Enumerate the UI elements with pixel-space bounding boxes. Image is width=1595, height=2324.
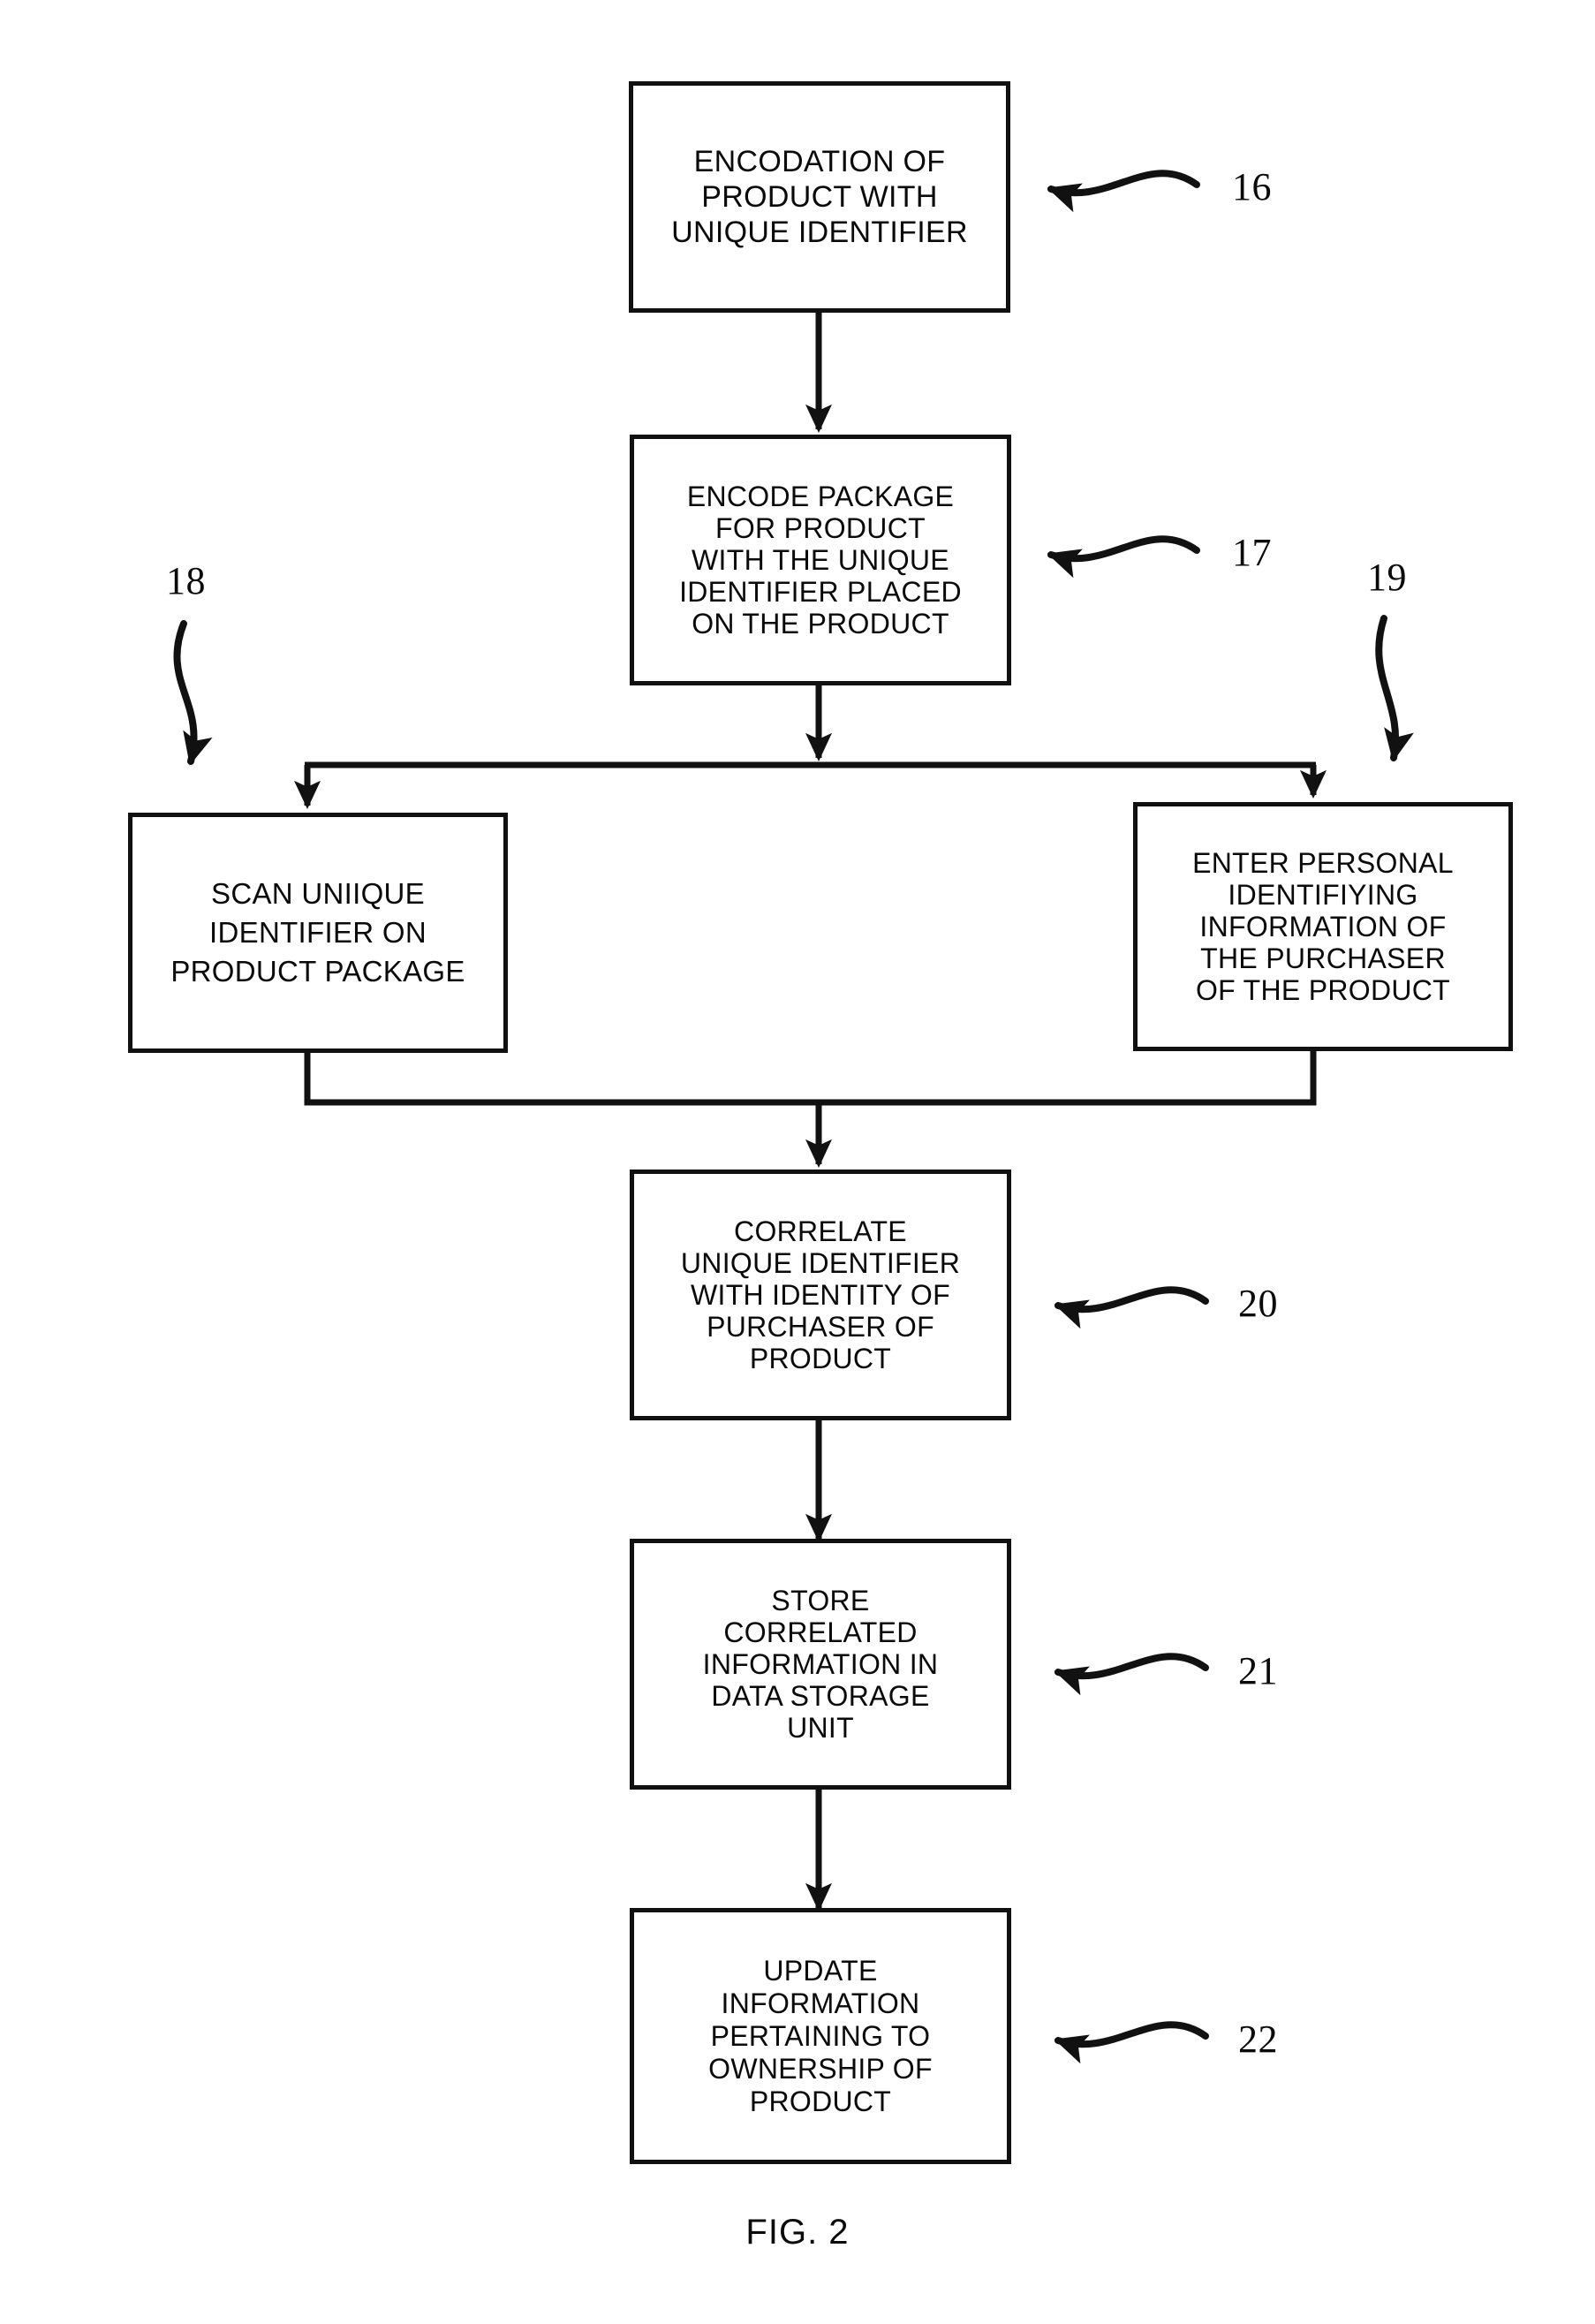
reference-numeral-17: 17 [1232, 531, 1272, 574]
leader-21 [1054, 1653, 1209, 1696]
flow-box-encode-package: ENCODE PACKAGE FOR PRODUCT WITH THE UNIQ… [630, 435, 1011, 685]
flow-box-update-ownership: UPDATE INFORMATION PERTAINING TO OWNERSH… [630, 1908, 1011, 2164]
flow-box-line: UPDATE [763, 1954, 878, 1987]
flow-box-line: INFORMATION OF [1199, 911, 1447, 942]
leader-20 [1054, 1286, 1209, 1329]
connector-enter-to-merge [819, 1049, 1317, 1106]
flow-box-encodation-product: ENCODATION OF PRODUCT WITH UNIQUE IDENTI… [629, 81, 1010, 313]
leader-22 [1054, 2021, 1209, 2064]
reference-numeral-18: 18 [166, 559, 206, 602]
flow-box-line: PRODUCT WITH [701, 180, 938, 214]
flow-box-line: INFORMATION IN [702, 1648, 939, 1680]
flow-box-line: SCAN UNIIQUE [211, 877, 425, 910]
flow-box-enter-personal-info: ENTER PERSONAL IDENTIFIYING INFORMATION … [1133, 802, 1513, 1051]
leader-17 [1047, 535, 1200, 579]
flow-box-line: DATA STORAGE [711, 1680, 930, 1712]
flow-box-line: CORRELATED [723, 1616, 918, 1648]
flow-box-line: PRODUCT [749, 2085, 892, 2117]
flow-box-line: ENTER PERSONAL [1192, 847, 1454, 879]
leader-18 [173, 620, 213, 766]
flow-box-correlate-identifier: CORRELATE UNIQUE IDENTIFIER WITH IDENTIT… [630, 1170, 1011, 1420]
reference-numeral-19: 19 [1367, 556, 1407, 599]
flow-box-line: IDENTIFIER ON [209, 916, 427, 949]
flow-box-line: OF THE PRODUCT [1195, 974, 1451, 1006]
flow-box-line: INFORMATION [721, 1987, 920, 2019]
reference-numeral-21: 21 [1238, 1649, 1278, 1692]
flow-box-line: IDENTIFIYING [1228, 879, 1418, 911]
flow-box-line: UNIT [787, 1712, 854, 1744]
flow-box-line: PURCHASER OF [707, 1311, 934, 1343]
flow-box-store-correlated: STORE CORRELATED INFORMATION IN DATA STO… [630, 1539, 1011, 1790]
flow-box-line: PRODUCT [749, 1343, 892, 1374]
flow-box-line: IDENTIFIER PLACED [679, 576, 962, 608]
flow-box-scan-unique-identifier: SCAN UNIIQUE IDENTIFIER ON PRODUCT PACKA… [128, 813, 508, 1053]
figure-caption: FIG. 2 [745, 2213, 850, 2252]
flow-box-line: ON THE PRODUCT [692, 608, 949, 640]
flow-box-line: PRODUCT PACKAGE [170, 955, 465, 988]
flow-box-line: STORE [771, 1585, 870, 1616]
flow-box-line: CORRELATE [734, 1215, 907, 1247]
flow-box-line: ENCODATION OF [693, 145, 946, 178]
flow-box-line: ENCODE PACKAGE [686, 481, 955, 512]
flow-box-line: THE PURCHASER [1200, 942, 1446, 974]
reference-numeral-16: 16 [1232, 165, 1272, 208]
reference-numeral-20: 20 [1238, 1282, 1278, 1325]
flow-box-line: FOR PRODUCT [715, 512, 926, 544]
flow-box-line: WITH THE UNIQUE [692, 544, 949, 576]
leader-19 [1375, 615, 1414, 762]
figure-page: ENCODATION OF PRODUCT WITH UNIQUE IDENTI… [0, 0, 1595, 2324]
reference-numeral-22: 22 [1238, 2017, 1278, 2061]
leader-16 [1047, 170, 1200, 213]
flow-box-line: UNIQUE IDENTIFIER [680, 1247, 961, 1279]
flow-box-line: OWNERSHIP OF [708, 2052, 933, 2085]
flow-box-line: WITH IDENTITY OF [691, 1279, 950, 1311]
connector-scan-to-merge [304, 1051, 819, 1106]
flow-box-line: PERTAINING TO [710, 2019, 931, 2052]
flow-box-line: UNIQUE IDENTIFIER [671, 216, 968, 249]
